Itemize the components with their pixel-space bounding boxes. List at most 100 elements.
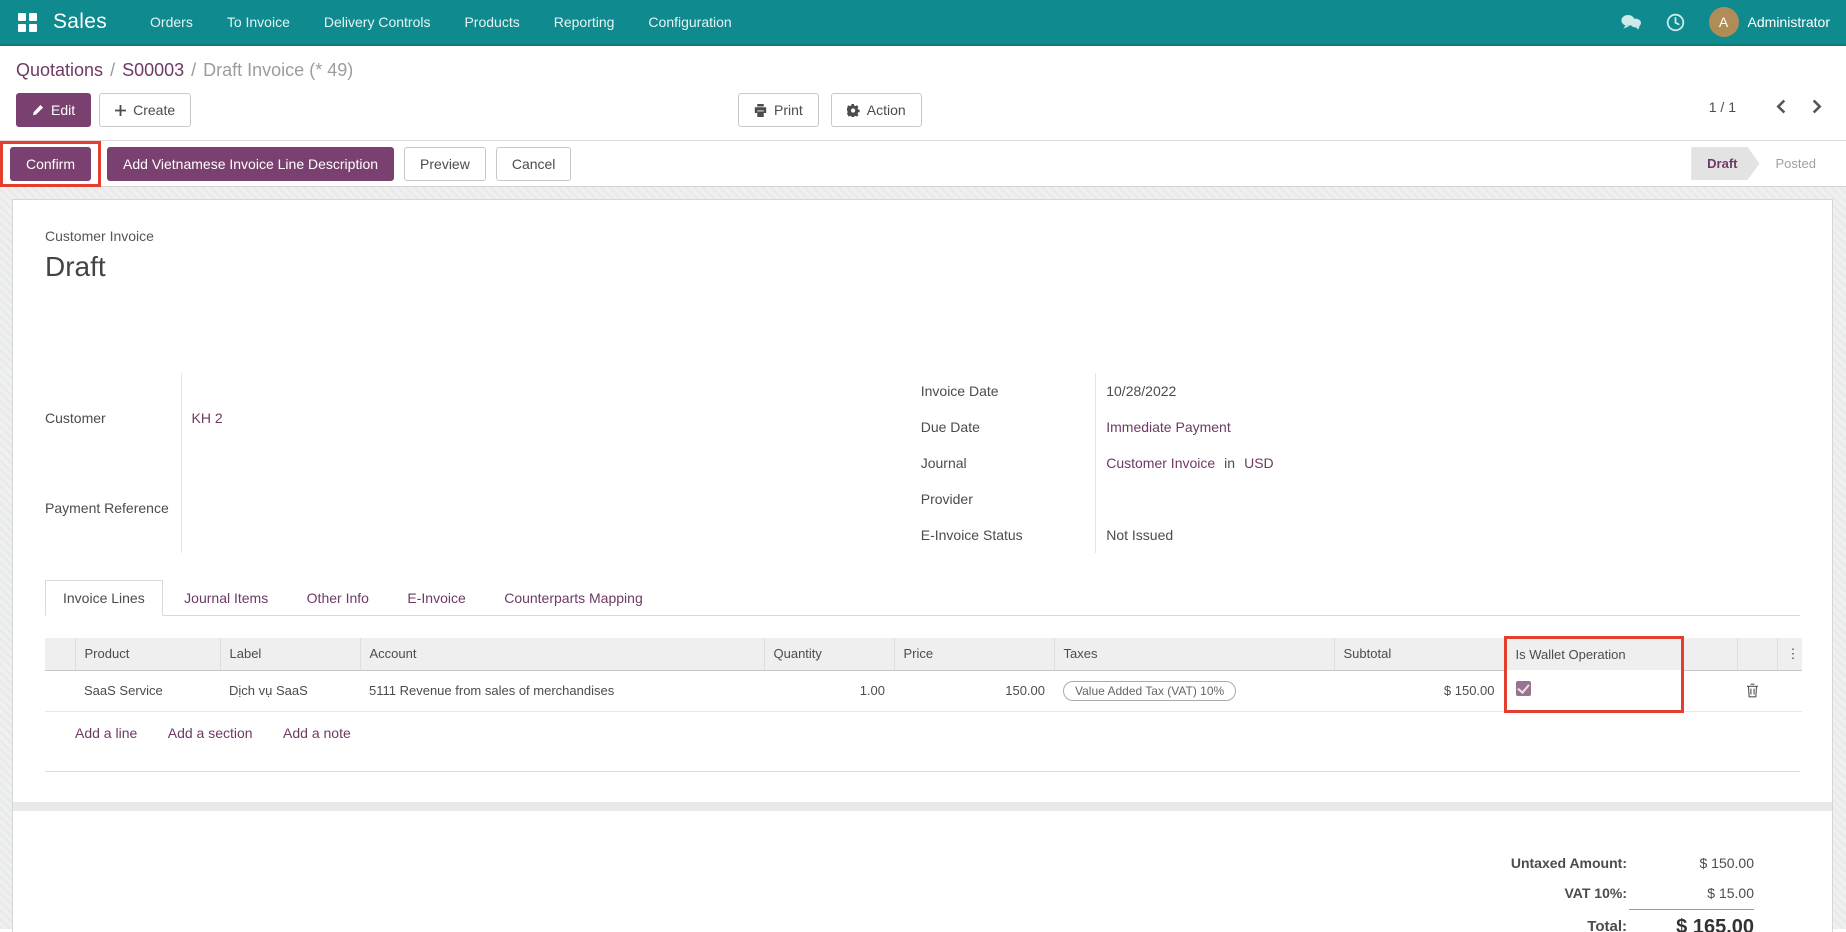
customer-value[interactable]: KH 2 [192,410,223,426]
avatar: A [1709,7,1739,37]
journal-value[interactable]: Customer Invoice [1106,455,1215,471]
einvoice-status-label: E-Invoice Status [921,517,1096,553]
printer-icon [754,104,767,117]
add-a-note-link[interactable]: Add a note [283,725,351,741]
confirm-button[interactable]: Confirm [10,147,91,181]
menu-to-invoice[interactable]: To Invoice [210,0,307,44]
cell-spacer [1682,670,1737,711]
column-account[interactable]: Account [360,638,764,671]
tab-journal-items[interactable]: Journal Items [167,581,285,615]
status-widget: Draft Posted [1691,147,1832,180]
cell-quantity: 1.00 [764,670,894,711]
state-draft[interactable]: Draft [1691,147,1759,180]
journal-conjunction: in [1224,455,1235,471]
lines-footer: Add a line Add a section Add a note [45,713,1800,772]
menu-products[interactable]: Products [447,0,536,44]
user-menu[interactable]: A Administrator [1709,7,1830,37]
menu-orders[interactable]: Orders [133,0,210,44]
plus-icon [115,105,126,116]
provider-value[interactable] [1096,481,1800,517]
control-panel-buttons: Edit Create Print Action 1 / 1 [0,81,1846,140]
cancel-button[interactable]: Cancel [496,147,572,181]
delete-line-button[interactable] [1737,670,1777,711]
untaxed-amount-value: $ 150.00 [1629,849,1754,877]
provider-label: Provider [921,481,1096,517]
total-value: $ 165.00 [1629,909,1754,932]
add-a-line-link[interactable]: Add a line [75,725,137,741]
cell-end [1777,670,1802,711]
page-break-divider [13,802,1832,811]
tab-invoice-lines[interactable]: Invoice Lines [45,580,163,616]
payment-reference-value[interactable] [181,463,921,553]
pager: 1 / 1 [1709,97,1828,116]
breadcrumb-separator: / [110,60,115,80]
menu-configuration[interactable]: Configuration [631,0,748,44]
column-label[interactable]: Label [220,638,360,671]
pencil-icon [32,104,44,116]
edit-button[interactable]: Edit [16,93,91,127]
action-button-label: Action [867,101,906,119]
column-product[interactable]: Product [75,638,220,671]
add-vietnamese-description-button[interactable]: Add Vietnamese Invoice Line Description [107,147,394,181]
wallet-checkbox[interactable] [1516,681,1531,696]
cell-taxes: Value Added Tax (VAT) 10% [1054,670,1334,711]
invoice-form-sheet: Customer Invoice Draft Customer KH 2 Pay… [12,199,1833,932]
tab-counterparts-mapping[interactable]: Counterparts Mapping [487,581,660,615]
app-brand[interactable]: Sales [53,10,107,34]
statusbar: Confirm Add Vietnamese Invoice Line Desc… [0,140,1846,187]
create-button[interactable]: Create [99,93,191,127]
menu-delivery-controls[interactable]: Delivery Controls [307,0,448,44]
cell-product: SaaS Service [75,670,220,711]
column-quantity[interactable]: Quantity [764,638,894,671]
add-a-section-link[interactable]: Add a section [168,725,253,741]
einvoice-status-value: Not Issued [1096,517,1800,553]
annotation-highlight-confirm: Confirm [0,141,101,187]
breadcrumb-separator: / [191,60,196,80]
totals-section: Untaxed Amount: $ 150.00 VAT 10%: $ 15.0… [45,847,1800,932]
menu-reporting[interactable]: Reporting [537,0,632,44]
cell-label: Dịch vụ SaaS [220,670,360,711]
journal-label: Journal [921,445,1096,481]
state-posted[interactable]: Posted [1760,147,1832,180]
trash-icon [1746,683,1768,698]
user-name: Administrator [1748,14,1830,30]
print-button[interactable]: Print [738,93,819,127]
invoice-date-label: Invoice Date [921,373,1096,409]
main-menu: Orders To Invoice Delivery Controls Prod… [133,0,749,44]
top-navbar: Sales Orders To Invoice Delivery Control… [0,0,1846,46]
column-spacer [1682,638,1737,671]
cell-subtotal: $ 150.00 [1334,670,1505,711]
column-subtotal[interactable]: Subtotal [1334,638,1505,671]
cell-is-wallet-operation [1505,670,1682,711]
preview-button[interactable]: Preview [404,147,486,181]
column-taxes[interactable]: Taxes [1054,638,1334,671]
column-delete [1737,638,1777,671]
pager-previous-button[interactable] [1770,97,1792,116]
vat-value: $ 15.00 [1629,879,1754,907]
print-button-label: Print [774,101,803,119]
breadcrumb-order[interactable]: S00003 [122,60,184,80]
breadcrumb-quotations[interactable]: Quotations [16,60,103,80]
edit-button-label: Edit [51,101,75,119]
field-groups: Customer KH 2 Payment Reference Invoice … [45,373,1800,553]
apps-grid-icon[interactable] [18,13,37,32]
column-drag-handle [45,638,75,671]
toggle-columns-icon[interactable]: ⋮ [1777,638,1802,671]
messages-icon[interactable] [1620,14,1642,31]
vat-label: VAT 10%: [1511,879,1627,907]
gear-icon [847,104,860,117]
action-button[interactable]: Action [831,93,922,127]
tab-e-invoice[interactable]: E-Invoice [390,581,482,615]
journal-currency[interactable]: USD [1244,455,1274,471]
drag-handle-cell [45,670,75,711]
pager-next-button[interactable] [1806,97,1828,116]
column-price[interactable]: Price [894,638,1054,671]
page-title: Draft [45,251,1800,283]
activity-clock-icon[interactable] [1666,13,1685,32]
column-is-wallet-operation[interactable]: Is Wallet Operation [1505,638,1682,671]
invoice-line-row[interactable]: SaaS Service Dịch vụ SaaS 5111 Revenue f… [45,670,1802,711]
invoice-date-value[interactable]: 10/28/2022 [1096,373,1800,409]
untaxed-amount-label: Untaxed Amount: [1511,849,1627,877]
due-date-value[interactable]: Immediate Payment [1106,419,1231,435]
tab-other-info[interactable]: Other Info [290,581,386,615]
